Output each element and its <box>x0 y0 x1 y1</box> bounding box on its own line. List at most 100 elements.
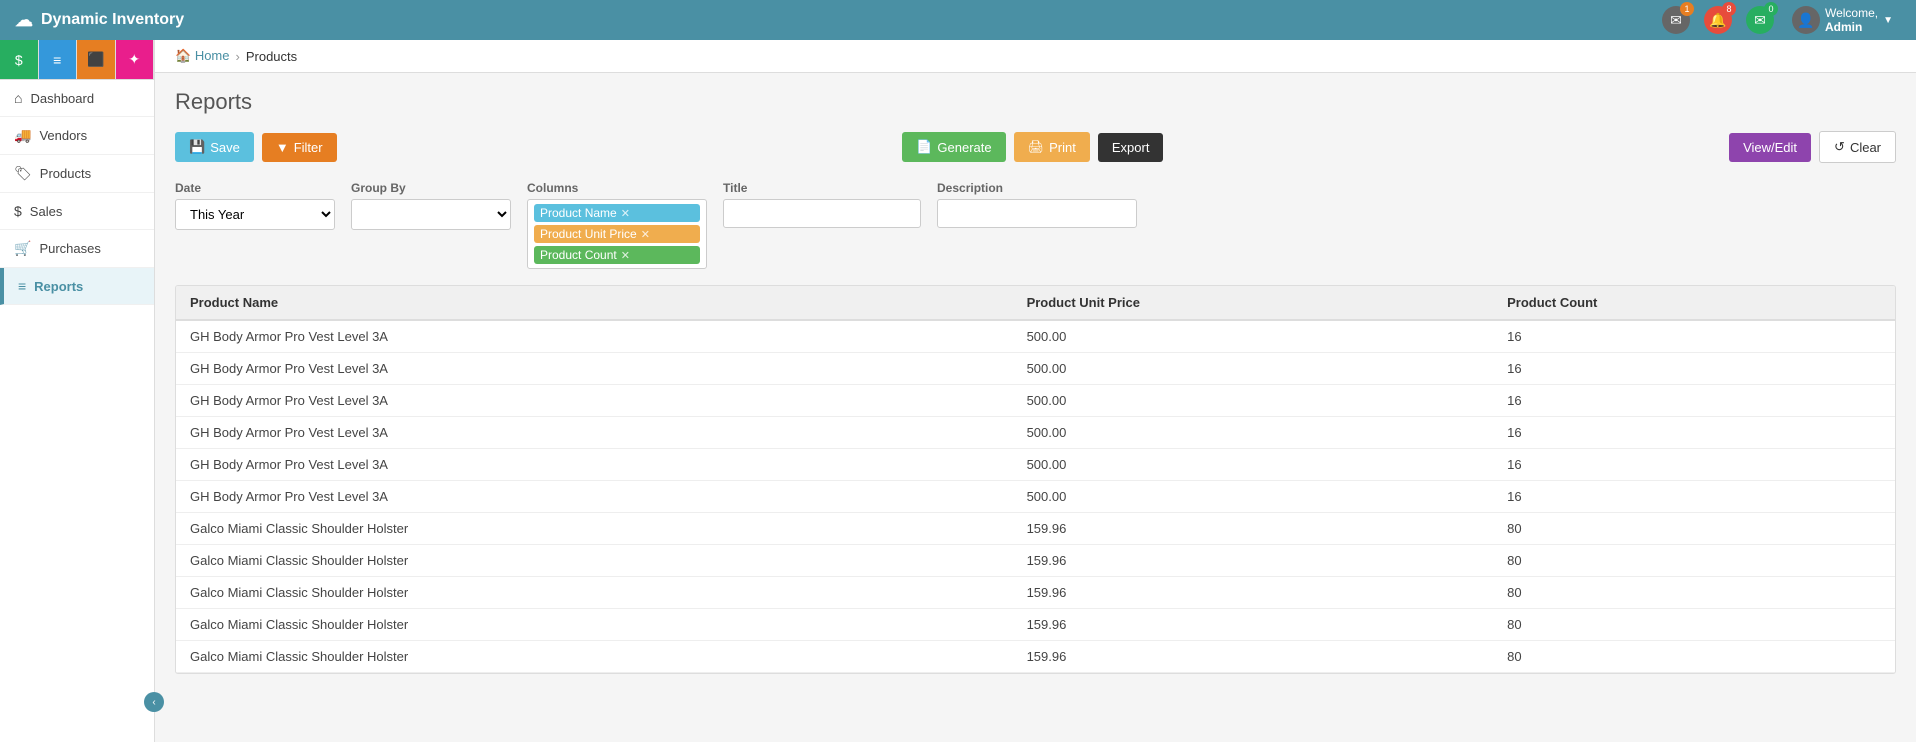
sidebar-item-label: Products <box>40 166 91 181</box>
bell-badge: 8 <box>1722 2 1736 16</box>
email-nav-button[interactable]: ✉ 1 <box>1658 2 1694 38</box>
welcome-label: Welcome, <box>1825 6 1878 20</box>
clear-label: Clear <box>1850 140 1881 155</box>
date-filter-select[interactable]: This Year Last Year This Month Last Mont… <box>175 199 335 230</box>
groupby-filter-select[interactable]: Product Name Product Unit Price <box>351 199 511 230</box>
data-table: Product Name Product Unit Price Product … <box>176 286 1895 673</box>
username-label: Admin <box>1825 20 1878 34</box>
save-button[interactable]: 💾 Save <box>175 132 254 162</box>
reports-icon: ≡ <box>18 278 26 294</box>
export-label: Export <box>1112 140 1150 155</box>
td-product-unit-price: 159.96 <box>1013 609 1494 641</box>
tag-product-count[interactable]: Product Count ✕ <box>534 246 700 264</box>
td-product-name: Galco Miami Classic Shoulder Holster <box>176 545 1013 577</box>
bell-nav-button[interactable]: 🔔 8 <box>1700 2 1736 38</box>
table-row: Galco Miami Classic Shoulder Holster 159… <box>176 577 1895 609</box>
sidebar-item-label: Purchases <box>39 241 100 256</box>
print-icon: 🖨 <box>1028 139 1045 155</box>
user-dropdown-icon: ▼ <box>1883 15 1893 26</box>
tag-product-name[interactable]: Product Name ✕ <box>534 204 700 222</box>
user-greeting: Welcome, Admin <box>1825 6 1878 34</box>
sidebar-item-dashboard[interactable]: ⌂ Dashboard <box>0 80 154 117</box>
table-row: GH Body Armor Pro Vest Level 3A 500.00 1… <box>176 449 1895 481</box>
tag-product-count-close[interactable]: ✕ <box>621 249 630 262</box>
td-product-count: 80 <box>1493 513 1895 545</box>
purchases-icon: 🛒 <box>14 240 31 257</box>
breadcrumb: 🏠 Home › Products <box>155 40 1916 73</box>
sidebar-dollar-button[interactable]: $ <box>0 40 39 79</box>
description-filter-label: Description <box>937 181 1137 195</box>
groupby-filter-label: Group By <box>351 181 511 195</box>
td-product-unit-price: 500.00 <box>1013 481 1494 513</box>
content-area: 🏠 Home › Products Reports 💾 Save ▼ Filte… <box>155 40 1916 742</box>
app-title: Dynamic Inventory <box>41 11 184 29</box>
print-button[interactable]: 🖨 Print <box>1014 132 1090 162</box>
td-product-count: 16 <box>1493 417 1895 449</box>
td-product-name: GH Body Armor Pro Vest Level 3A <box>176 320 1013 353</box>
export-button[interactable]: Export <box>1098 133 1164 162</box>
table-row: Galco Miami Classic Shoulder Holster 159… <box>176 545 1895 577</box>
sidebar-list-button[interactable]: ≡ <box>39 40 78 79</box>
td-product-name: GH Body Armor Pro Vest Level 3A <box>176 449 1013 481</box>
td-product-name: Galco Miami Classic Shoulder Holster <box>176 641 1013 673</box>
columns-filter-label: Columns <box>527 181 707 195</box>
sidebar-item-purchases[interactable]: 🛒 Purchases <box>0 230 154 268</box>
sidebar-item-sales[interactable]: $ Sales <box>0 193 154 230</box>
td-product-count: 16 <box>1493 353 1895 385</box>
breadcrumb-current: Products <box>246 49 297 64</box>
sidebar-collapse-button[interactable]: ‹ <box>144 692 164 712</box>
main-layout: $ ≡ ⬛ ✦ ⌂ Dashboard 🚚 Vendors 🏷 Products… <box>0 40 1916 742</box>
dashboard-icon: ⌂ <box>14 90 22 106</box>
generate-button[interactable]: 📄 Generate <box>902 132 1005 162</box>
sidebar-item-label: Vendors <box>39 128 87 143</box>
table-header-row: Product Name Product Unit Price Product … <box>176 286 1895 320</box>
td-product-unit-price: 500.00 <box>1013 449 1494 481</box>
filter-row: Date This Year Last Year This Month Last… <box>175 181 1896 269</box>
td-product-name: Galco Miami Classic Shoulder Holster <box>176 577 1013 609</box>
td-product-count: 16 <box>1493 449 1895 481</box>
td-product-name: GH Body Armor Pro Vest Level 3A <box>176 481 1013 513</box>
breadcrumb-home[interactable]: 🏠 Home <box>175 48 230 64</box>
sidebar-item-products[interactable]: 🏷 Products <box>0 155 154 193</box>
generate-label: Generate <box>937 140 991 155</box>
table-row: GH Body Armor Pro Vest Level 3A 500.00 1… <box>176 320 1895 353</box>
td-product-unit-price: 500.00 <box>1013 353 1494 385</box>
tag-product-unit-price-close[interactable]: ✕ <box>641 228 650 241</box>
envelope-nav-button[interactable]: ✉ 0 <box>1742 2 1778 38</box>
user-menu[interactable]: 👤 Welcome, Admin ▼ <box>1784 2 1901 38</box>
filter-button[interactable]: ▼ Filter <box>262 133 337 162</box>
sidebar-box-button[interactable]: ⬛ <box>77 40 116 79</box>
vendors-icon: 🚚 <box>14 127 31 144</box>
td-product-name: GH Body Armor Pro Vest Level 3A <box>176 417 1013 449</box>
tag-product-unit-price[interactable]: Product Unit Price ✕ <box>534 225 700 243</box>
td-product-unit-price: 500.00 <box>1013 385 1494 417</box>
sidebar-share-button[interactable]: ✦ <box>116 40 155 79</box>
title-filter-label: Title <box>723 181 921 195</box>
columns-tags-container[interactable]: Product Name ✕ Product Unit Price ✕ Prod… <box>527 199 707 269</box>
td-product-unit-price: 159.96 <box>1013 641 1494 673</box>
description-input[interactable] <box>937 199 1137 228</box>
sidebar-item-reports[interactable]: ≡ Reports <box>0 268 154 305</box>
tag-product-name-close[interactable]: ✕ <box>621 207 630 220</box>
breadcrumb-separator: › <box>236 49 240 64</box>
sidebar-item-label: Sales <box>30 204 63 219</box>
envelope-badge: 0 <box>1764 2 1778 16</box>
td-product-count: 16 <box>1493 385 1895 417</box>
sidebar-item-vendors[interactable]: 🚚 Vendors <box>0 117 154 155</box>
clear-button[interactable]: ↺ Clear <box>1819 131 1896 163</box>
td-product-count: 80 <box>1493 577 1895 609</box>
top-navbar: ☁ Dynamic Inventory ✉ 1 🔔 8 ✉ 0 👤 Welcom… <box>0 0 1916 40</box>
top-navbar-right: ✉ 1 🔔 8 ✉ 0 👤 Welcome, Admin ▼ <box>1658 2 1901 38</box>
viewedit-button[interactable]: View/Edit <box>1729 133 1811 162</box>
email-badge: 1 <box>1680 2 1694 16</box>
sidebar: $ ≡ ⬛ ✦ ⌂ Dashboard 🚚 Vendors 🏷 Products… <box>0 40 155 742</box>
title-input[interactable] <box>723 199 921 228</box>
filter-label: Filter <box>294 140 323 155</box>
columns-filter-group: Columns Product Name ✕ Product Unit Pric… <box>527 181 707 269</box>
table-row: GH Body Armor Pro Vest Level 3A 500.00 1… <box>176 353 1895 385</box>
products-icon: 🏷 <box>14 165 32 182</box>
sidebar-nav: ⌂ Dashboard 🚚 Vendors 🏷 Products $ Sales… <box>0 80 154 742</box>
td-product-name: GH Body Armor Pro Vest Level 3A <box>176 353 1013 385</box>
print-label: Print <box>1049 140 1076 155</box>
td-product-count: 80 <box>1493 609 1895 641</box>
